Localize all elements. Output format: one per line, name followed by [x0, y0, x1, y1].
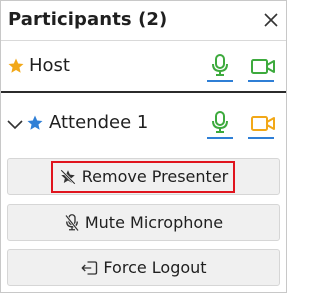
logout-icon	[80, 260, 98, 276]
microphone-underline	[207, 137, 233, 139]
remove-presenter-label: Remove Presenter	[81, 167, 229, 186]
participants-panel: Participants (2) Host Attendee 1 Remove …	[0, 0, 287, 293]
mute-microphone-button[interactable]: Mute Microphone	[7, 204, 280, 241]
mic-off-icon	[64, 213, 80, 232]
attendee-camera-toggle[interactable]	[248, 109, 275, 139]
chevron-down-icon[interactable]	[7, 116, 23, 135]
host-camera-toggle[interactable]	[248, 52, 275, 82]
close-icon[interactable]	[263, 12, 279, 28]
star-icon	[26, 114, 44, 136]
panel-header: Participants (2)	[1, 1, 286, 41]
force-logout-button[interactable]: Force Logout	[7, 249, 280, 286]
participant-row-attendee[interactable]: Attendee 1	[1, 99, 286, 149]
remove-presenter-button[interactable]: Remove Presenter	[7, 158, 280, 195]
star-off-icon	[59, 168, 77, 186]
attendee-microphone-toggle[interactable]	[207, 109, 233, 139]
camera-underline	[248, 80, 274, 82]
host-divider	[1, 91, 286, 93]
participant-row-host[interactable]: Host	[1, 42, 286, 92]
header-divider	[1, 40, 286, 41]
participant-name: Attendee 1	[49, 112, 149, 133]
microphone-icon	[212, 111, 228, 133]
panel-title: Participants (2)	[8, 9, 168, 30]
mute-microphone-label: Mute Microphone	[84, 213, 224, 232]
participant-name: Host	[29, 55, 70, 76]
star-icon	[7, 57, 25, 79]
camera-icon	[251, 59, 275, 74]
camera-underline	[248, 137, 274, 139]
camera-icon	[251, 116, 275, 131]
host-microphone-toggle[interactable]	[207, 52, 233, 82]
microphone-icon	[212, 54, 228, 76]
microphone-underline	[207, 80, 233, 82]
force-logout-label: Force Logout	[103, 258, 207, 277]
